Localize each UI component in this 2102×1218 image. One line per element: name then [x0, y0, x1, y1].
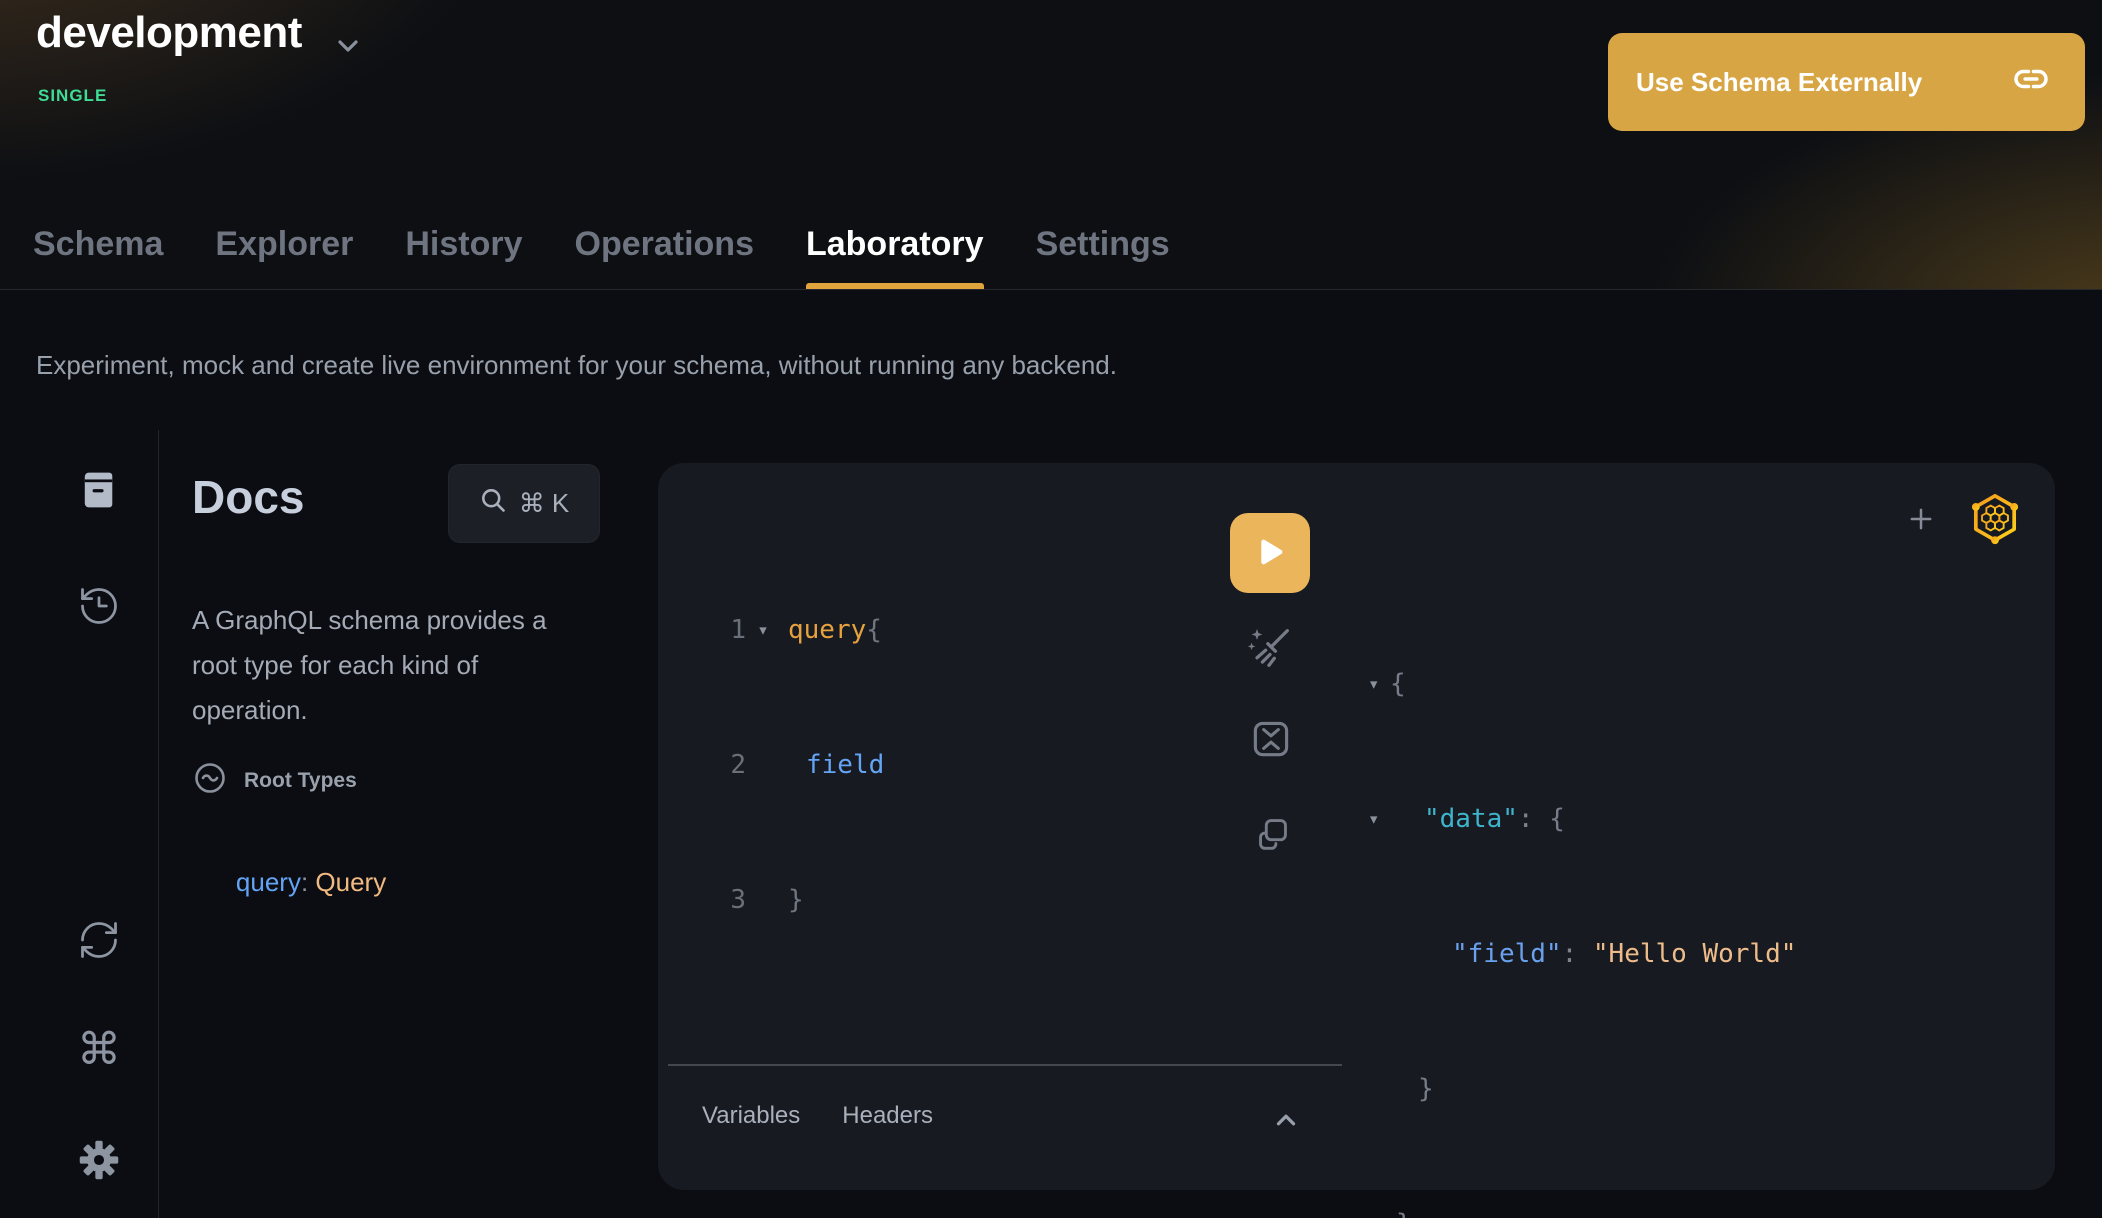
page-header: development SINGLE Use Schema Externally…: [0, 0, 2102, 290]
fold-marker-icon[interactable]: ▾: [1368, 797, 1390, 842]
tab-operations[interactable]: Operations: [575, 200, 754, 289]
response-line: ▾{: [1368, 662, 1796, 707]
root-types-section: Root Types: [192, 760, 357, 802]
root-type-name: query: [236, 867, 301, 897]
use-schema-externally-button[interactable]: Use Schema Externally: [1608, 33, 2085, 131]
response-line: ▾"data": {: [1368, 797, 1796, 842]
play-icon: [1248, 530, 1292, 577]
settings-gear-icon[interactable]: [77, 1138, 121, 1182]
schema-description: A GraphQL schema provides a root type fo…: [192, 598, 548, 733]
target-switcher-chevron-down-icon[interactable]: [332, 30, 364, 62]
editor-line: 2 field: [722, 743, 884, 788]
tool-sidebar: [0, 430, 159, 1218]
line-number: 2: [722, 743, 746, 788]
editor-line: 1▾query{: [722, 608, 884, 653]
laboratory-page: development SINGLE Use Schema Externally…: [0, 0, 2102, 1218]
tab-settings[interactable]: Settings: [1036, 200, 1170, 289]
editor-footer-divider: [668, 1064, 1342, 1066]
docs-book-icon[interactable]: [77, 468, 121, 512]
tab-laboratory[interactable]: Laboratory: [806, 200, 984, 289]
docs-heading: Docs: [192, 470, 304, 524]
root-types-icon: [192, 760, 228, 802]
history-clock-icon[interactable]: [77, 584, 121, 628]
response-line: "field": "Hello World": [1368, 932, 1796, 977]
field-name: field: [806, 750, 884, 780]
response-viewer: ▾{ ▾"data": { "field": "Hello World" } }: [1368, 572, 1796, 1218]
tab-explorer[interactable]: Explorer: [215, 200, 353, 289]
merge-fragments-icon[interactable]: [1246, 714, 1296, 764]
execute-query-button[interactable]: [1230, 513, 1310, 593]
collapse-footer-chevron-up-icon[interactable]: [1268, 1102, 1304, 1138]
response-line: }: [1368, 1202, 1796, 1218]
editor-line: 3}: [722, 878, 884, 923]
query-editor[interactable]: 1▾query{ 2field 3}: [722, 518, 884, 1013]
keyword-query: query: [788, 615, 866, 645]
link-icon: [2011, 59, 2051, 106]
refetch-schema-icon[interactable]: [77, 918, 121, 962]
search-shortcut-label: ⌘ K: [519, 488, 570, 519]
tab-schema[interactable]: Schema: [33, 200, 163, 289]
prettify-sparkle-icon[interactable]: [1244, 622, 1296, 674]
fold-marker-icon[interactable]: ▾: [746, 608, 780, 653]
use-schema-externally-label: Use Schema Externally: [1636, 67, 1922, 98]
root-types-label: Root Types: [244, 769, 357, 793]
editor-footer-tabs: Variables Headers: [700, 1096, 935, 1136]
page-subtitle: Experiment, mock and create live environ…: [36, 350, 1117, 381]
copy-query-icon[interactable]: [1250, 810, 1296, 856]
response-line: }: [1368, 1067, 1796, 1112]
environment-badge: SINGLE: [38, 86, 107, 106]
hive-logo-icon[interactable]: [1969, 490, 2021, 546]
tab-headers[interactable]: Headers: [840, 1096, 935, 1136]
docs-search-button[interactable]: ⌘ K: [448, 464, 600, 543]
root-type-query-link[interactable]: query: Query: [207, 836, 386, 929]
target-title: development: [36, 8, 302, 58]
line-number: 3: [722, 878, 746, 923]
search-icon: [479, 486, 507, 521]
line-number: 1: [722, 608, 746, 653]
root-type-type[interactable]: Query: [315, 867, 386, 897]
json-key-field: "field": [1452, 932, 1562, 977]
tab-variables[interactable]: Variables: [700, 1096, 802, 1136]
keyboard-shortcuts-icon[interactable]: ⌘: [77, 1028, 121, 1072]
json-key-data: "data": [1424, 804, 1518, 834]
root-type-separator: :: [301, 867, 315, 897]
header-tab-bar: Schema Explorer History Operations Labor…: [33, 200, 1170, 289]
add-tab-plus-icon[interactable]: [1901, 499, 1941, 539]
json-value-hello-world: "Hello World": [1593, 932, 1797, 977]
tab-history[interactable]: History: [405, 200, 522, 289]
fold-marker-icon[interactable]: ▾: [1368, 662, 1390, 707]
